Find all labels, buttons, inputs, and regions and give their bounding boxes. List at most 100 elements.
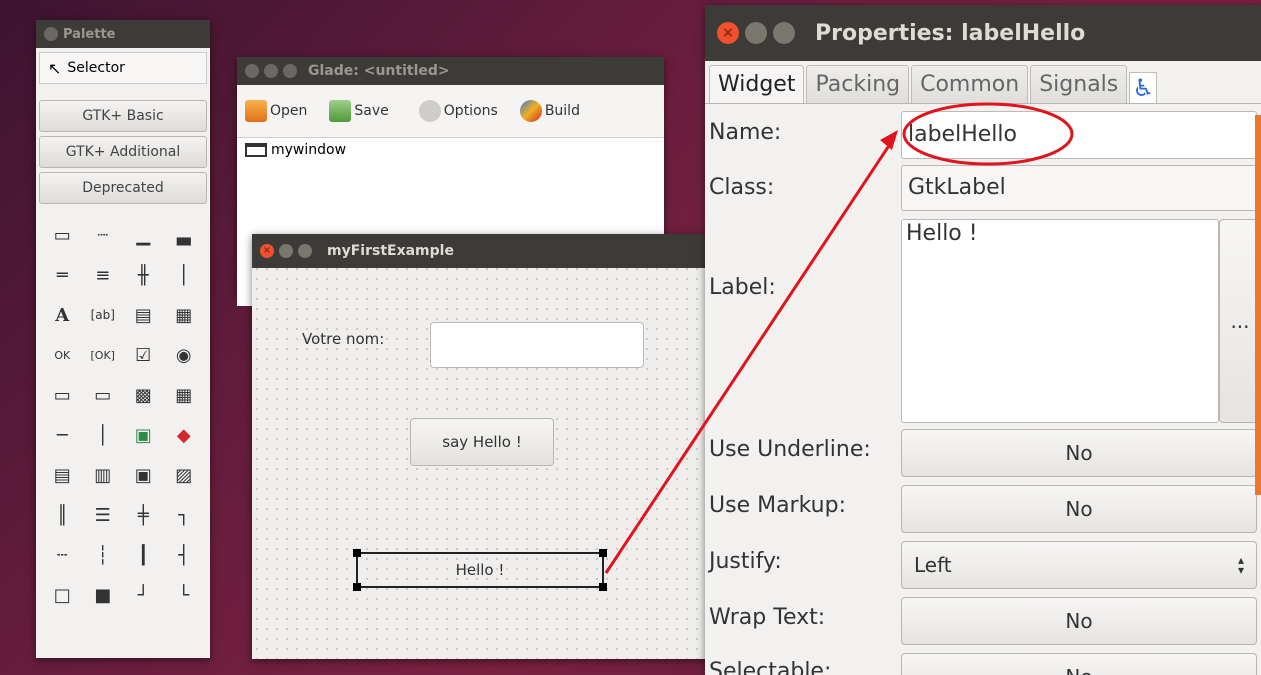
myfirst-titlebar[interactable]: × myFirstExample (252, 234, 712, 268)
vscale-icon[interactable]: ┆ (83, 538, 124, 572)
eventbox-icon[interactable]: ┘ (123, 578, 164, 612)
options-label: Options (443, 103, 498, 119)
checkbox-icon[interactable]: ☑ (123, 338, 164, 372)
palette-titlebar[interactable]: Palette (36, 20, 210, 48)
class-property-label: Class: (709, 175, 775, 200)
class-property-field: GtkLabel (901, 165, 1257, 211)
resize-handle-tr[interactable] (599, 549, 607, 557)
selectable-toggle[interactable]: No (901, 653, 1257, 675)
statusbar-icon[interactable]: ▃ (164, 218, 205, 252)
paned-icon[interactable]: │ (164, 258, 205, 292)
accessibility-icon[interactable]: ♿ (1129, 72, 1158, 103)
properties-tabs: Widget Packing Common Signals ♿ (705, 61, 1261, 104)
fontbutton-icon[interactable]: ▣ (123, 458, 164, 492)
textview-icon[interactable]: ▤ (123, 298, 164, 332)
vseparator-icon[interactable]: │ (83, 418, 124, 452)
properties-title: Properties: labelHello (815, 20, 1086, 46)
close-icon[interactable] (44, 27, 58, 41)
combobox-icon[interactable]: ▦ (164, 298, 205, 332)
minimize-icon[interactable] (264, 64, 278, 78)
colorbutton-icon[interactable]: ◆ (164, 418, 205, 452)
build-label: Build (544, 103, 580, 119)
linkbutton-icon[interactable]: ▨ (164, 458, 205, 492)
resize-handle-bl[interactable] (353, 583, 361, 591)
frame-icon[interactable]: □ (42, 578, 83, 612)
save-button[interactable]: Save (329, 100, 389, 122)
palette-title: Palette (63, 26, 116, 42)
group-gtk-additional[interactable]: GTK+ Additional (39, 136, 207, 168)
grid-icon[interactable]: ╫ (123, 258, 164, 292)
notebook-icon[interactable]: ┐ (164, 498, 205, 532)
group-gtk-basic[interactable]: GTK+ Basic (39, 100, 207, 132)
vbox-layout-icon[interactable]: ║ (42, 498, 83, 532)
togglebutton-icon[interactable]: [OK] (83, 338, 124, 372)
selector-tool[interactable]: ↖ Selector (39, 52, 207, 84)
options-button[interactable]: Options (418, 100, 498, 122)
palette-window: Palette ↖ Selector GTK+ Basic GTK+ Addit… (36, 20, 210, 658)
tab-common[interactable]: Common (911, 65, 1029, 103)
name-entry[interactable] (430, 322, 644, 368)
build-button[interactable]: Build (519, 100, 580, 122)
hscale-icon[interactable]: ┄ (42, 538, 83, 572)
label-property-textarea[interactable]: Hello ! (901, 219, 1219, 423)
separator-icon[interactable]: ─ (42, 418, 83, 452)
wrap-text-toggle[interactable]: No (901, 597, 1257, 645)
use-markup-toggle[interactable]: No (901, 485, 1257, 533)
button-icon[interactable]: OK (42, 338, 83, 372)
toolbar-icon[interactable]: ┈ (83, 218, 124, 252)
properties-titlebar[interactable]: × Properties: labelHello (705, 5, 1261, 61)
minimize-icon[interactable] (745, 22, 767, 44)
properties-scrollbar[interactable] (1255, 115, 1261, 495)
filechooser-icon[interactable]: ▥ (83, 458, 124, 492)
tab-widget[interactable]: Widget (709, 65, 805, 103)
minimize-icon[interactable] (279, 244, 293, 258)
hello-label-selected[interactable]: Hello ! (353, 549, 607, 591)
radio-icon[interactable]: ◉ (164, 338, 205, 372)
spin-arrows-icon: ▴ ▾ (1237, 553, 1244, 577)
iconview-icon[interactable]: ▦ (164, 378, 205, 412)
tree-item-mywindow[interactable]: mywindow (245, 142, 656, 158)
group-deprecated[interactable]: Deprecated (39, 172, 207, 204)
tree-item-label: mywindow (271, 142, 347, 158)
tab-signals[interactable]: Signals (1030, 65, 1128, 103)
scrollbar-icon[interactable]: ┃ (123, 538, 164, 572)
alignment-icon[interactable]: ■ (83, 578, 124, 612)
calendar-icon[interactable]: ▤ (42, 458, 83, 492)
name-property-field[interactable]: labelHello (901, 111, 1257, 159)
properties-window: × Properties: labelHello Widget Packing … (705, 5, 1261, 675)
treeview-icon[interactable]: ▩ (123, 378, 164, 412)
close-icon[interactable] (245, 64, 259, 78)
name-property-label: Name: (709, 120, 782, 145)
open-button[interactable]: Open (245, 100, 307, 122)
progress-icon[interactable]: ┤ (164, 538, 205, 572)
name-label: Votre nom: (302, 330, 385, 348)
glade-titlebar[interactable]: Glade: <untitled> (237, 57, 664, 85)
vbox-icon[interactable]: ≡ (83, 258, 124, 292)
table-layout-icon[interactable]: ╪ (123, 498, 164, 532)
justify-combobox[interactable]: Left ▴ ▾ (901, 541, 1257, 589)
selector-label: Selector (67, 60, 125, 76)
switch-icon[interactable]: ▭ (83, 378, 124, 412)
spinbutton-icon[interactable]: ▭ (42, 378, 83, 412)
hbox-icon[interactable]: ═ (42, 258, 83, 292)
window-icon[interactable]: ▭ (42, 218, 83, 252)
resize-handle-tl[interactable] (353, 549, 361, 557)
say-hello-button[interactable]: say Hello ! (410, 418, 554, 466)
close-icon[interactable]: × (260, 244, 274, 258)
tab-packing[interactable]: Packing (806, 65, 910, 103)
label-icon[interactable]: A (42, 298, 83, 332)
close-icon[interactable]: × (717, 22, 739, 44)
use-underline-toggle[interactable]: No (901, 429, 1257, 477)
resize-handle-br[interactable] (599, 583, 607, 591)
maximize-icon[interactable] (773, 22, 795, 44)
maximize-icon[interactable] (283, 64, 297, 78)
image-icon[interactable]: ▣ (123, 418, 164, 452)
maximize-icon[interactable] (298, 244, 312, 258)
expander-icon[interactable]: └ (164, 578, 205, 612)
hbox-layout-icon[interactable]: ☰ (83, 498, 124, 532)
menubar-icon[interactable]: ▁ (123, 218, 164, 252)
window-icon (245, 143, 267, 157)
gear-icon (418, 100, 441, 122)
entry-icon[interactable]: [ab] (83, 298, 124, 332)
save-label: Save (354, 103, 389, 119)
